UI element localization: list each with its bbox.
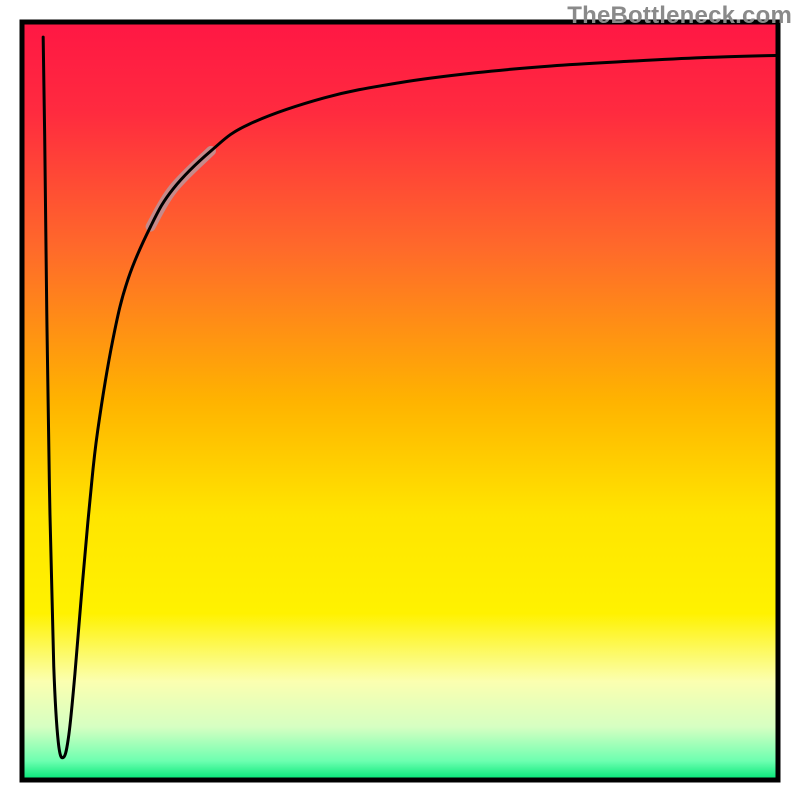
attribution-label: TheBottleneck.com xyxy=(567,2,792,30)
bottleneck-chart: TheBottleneck.com xyxy=(0,0,800,800)
gradient-background xyxy=(22,22,778,780)
chart-svg xyxy=(0,0,800,800)
